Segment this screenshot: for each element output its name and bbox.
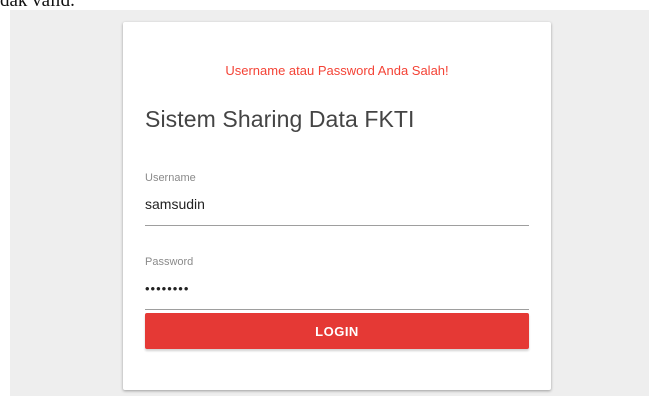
- password-input[interactable]: [145, 278, 529, 298]
- password-underline: [145, 309, 529, 310]
- login-button[interactable]: LOGIN: [145, 313, 529, 349]
- username-field-group: Username: [145, 172, 529, 226]
- password-field-group: Password: [145, 256, 529, 310]
- login-title: Sistem Sharing Data FKTI: [145, 106, 415, 132]
- username-label: Username: [145, 172, 196, 184]
- password-label: Password: [145, 256, 194, 268]
- username-input[interactable]: [145, 194, 529, 214]
- error-message: Username atau Password Anda Salah!: [225, 63, 449, 78]
- username-underline: [145, 225, 529, 226]
- login-card: Username atau Password Anda Salah! Siste…: [123, 22, 551, 390]
